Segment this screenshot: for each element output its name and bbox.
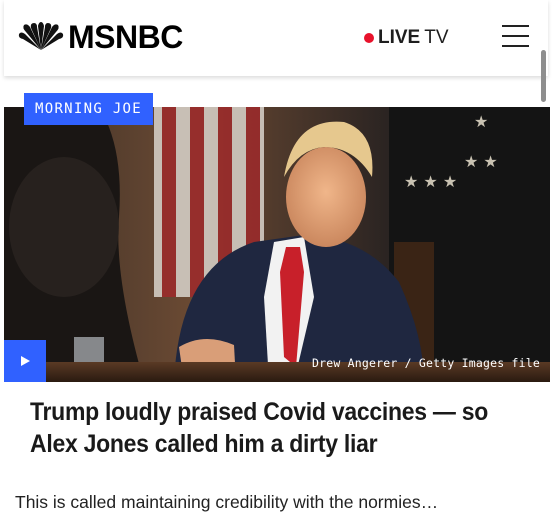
article-headline[interactable]: Trump loudly praised Covid vaccines — so… [30,396,490,460]
svg-text:★ ★: ★ ★ [464,152,498,171]
scrollbar[interactable] [541,50,546,102]
brand-name: MSNBC [68,19,183,55]
play-icon [21,356,30,366]
svg-text:★ ★ ★: ★ ★ ★ [404,172,457,191]
photo-credit: Drew Angerer / Getty Images file [312,356,540,370]
play-video-button[interactable] [4,340,46,382]
live-label: LIVE [378,27,421,48]
site-header: MSNBC LIVE TV [4,0,548,76]
peacock-logo-icon [18,22,64,50]
svg-text:★: ★ [474,112,488,131]
section-tag[interactable]: MORNING JOE [24,93,154,125]
live-indicator-dot-icon [364,33,374,43]
article-dek: This is called maintaining credibility w… [15,492,439,512]
msnbc-logo[interactable]: MSNBC [18,19,183,55]
hamburger-menu-icon[interactable] [502,24,530,48]
hero-image[interactable]: ★ ★ ★ ★ ★ ★ [4,107,550,382]
live-tv-link[interactable]: LIVE TV [364,27,449,49]
tv-label: TV [424,27,449,48]
